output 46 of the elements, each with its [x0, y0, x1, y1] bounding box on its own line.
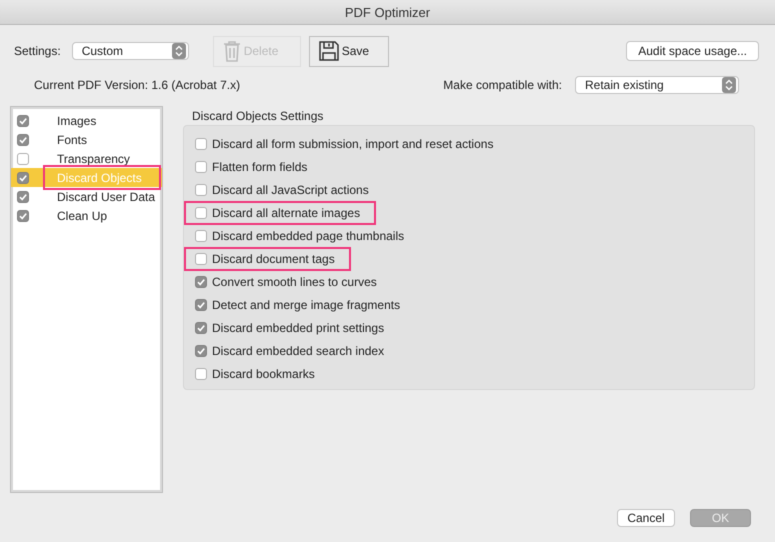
save-button[interactable]: Save — [308, 36, 389, 66]
option-label[interactable]: Discard embedded print settings — [212, 320, 384, 334]
option-label[interactable]: Discard embedded page thumbnails — [212, 228, 404, 242]
cancel-button[interactable]: Cancel — [617, 509, 675, 527]
checkbox[interactable] — [17, 172, 29, 184]
category-item[interactable]: Discard User Data — [11, 187, 162, 206]
option-label[interactable]: Detect and merge image fragments — [212, 298, 400, 312]
pdf-version-text: Current PDF Version: 1.6 (Acrobat 7.x) — [34, 78, 240, 92]
checkbox[interactable] — [17, 134, 29, 146]
option-label[interactable]: Flatten form fields — [212, 160, 308, 174]
checkbox[interactable] — [195, 252, 207, 264]
category-item[interactable]: Transparency — [11, 149, 162, 168]
section-title: Discard Objects Settings — [191, 108, 324, 124]
checkbox[interactable] — [17, 152, 29, 164]
category-item[interactable]: Images — [11, 111, 162, 130]
audit-space-button[interactable]: Audit space usage... — [626, 41, 759, 61]
trash-icon — [222, 39, 242, 63]
checkbox[interactable] — [195, 206, 207, 218]
checkbox[interactable] — [195, 138, 207, 150]
compatibility-label: Make compatible with: — [443, 78, 562, 92]
category-item[interactable]: Clean Up — [11, 206, 162, 225]
settings-dropdown[interactable]: Custom — [72, 42, 189, 60]
checkbox[interactable] — [195, 276, 207, 288]
option-label[interactable]: Discard all form submission, import and reset actions — [212, 136, 494, 150]
option-label[interactable]: Discard embedded search index — [212, 344, 384, 358]
stepper-icon — [722, 77, 736, 93]
checkbox[interactable] — [195, 322, 207, 334]
category-item[interactable]: Fonts — [11, 130, 162, 149]
window-title: PDF Optimizer — [344, 4, 430, 20]
checkbox[interactable] — [195, 160, 207, 172]
checkbox[interactable] — [195, 298, 207, 310]
option-label[interactable]: Discard bookmarks — [212, 366, 315, 380]
checkbox[interactable] — [17, 190, 29, 202]
checkbox[interactable] — [195, 344, 207, 356]
stepper-icon — [172, 43, 186, 59]
checkbox[interactable] — [195, 184, 207, 196]
checkbox[interactable] — [195, 230, 207, 242]
settings-label: Settings: — [14, 44, 61, 58]
option-label[interactable]: Discard all alternate images — [212, 206, 360, 220]
compatibility-dropdown[interactable]: Retain existing — [575, 76, 739, 94]
checkbox[interactable] — [17, 114, 29, 126]
option-label[interactable]: Discard all JavaScript actions — [212, 182, 369, 196]
option-label[interactable]: Convert smooth lines to curves — [212, 274, 377, 288]
option-label[interactable]: Discard document tags — [212, 252, 335, 266]
checkbox[interactable] — [17, 210, 29, 222]
checkbox[interactable] — [195, 368, 207, 380]
